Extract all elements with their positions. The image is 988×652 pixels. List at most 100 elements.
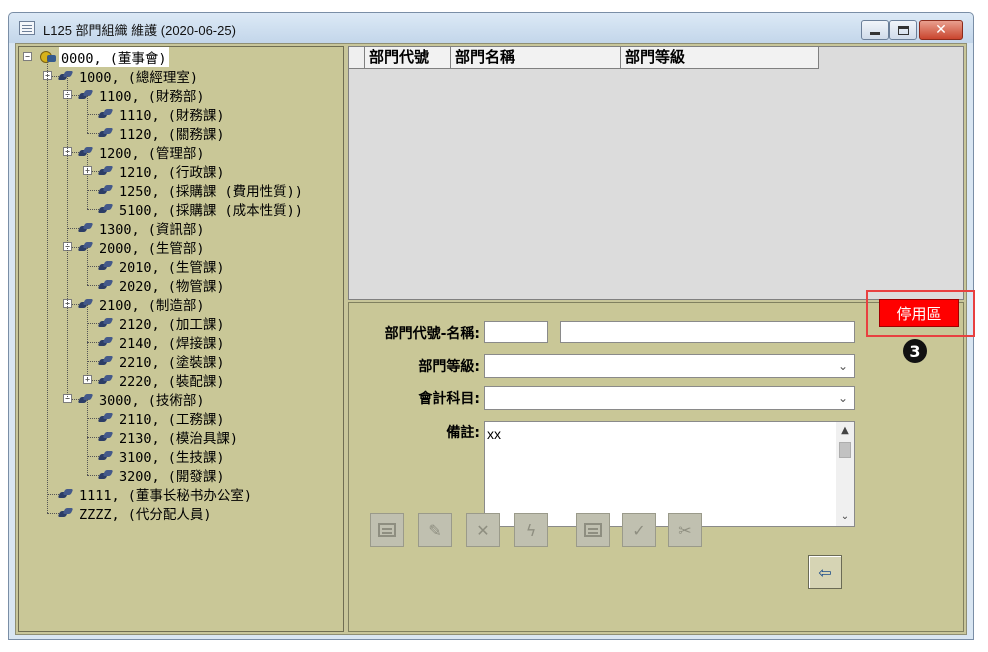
edit-record-button[interactable]: ✎ xyxy=(418,513,452,547)
tree-node[interactable]: 3200, (開發課) xyxy=(99,465,227,485)
column-header-dept-name[interactable]: 部門名稱 xyxy=(451,47,621,69)
scroll-down-icon[interactable]: ⌄ xyxy=(836,508,854,526)
window-title: L125 部門組織 維護 (2020-06-25) xyxy=(43,23,236,38)
department-icon xyxy=(99,261,113,271)
department-icon xyxy=(99,109,113,119)
tree-connector-line xyxy=(87,418,99,419)
department-icon xyxy=(99,451,113,461)
tree-node[interactable]: 1120, (關務課) xyxy=(99,123,227,143)
column-header-dept-code[interactable]: 部門代號 xyxy=(365,47,451,69)
department-icon xyxy=(99,318,113,328)
tree-node[interactable]: 5100, (採購課 (成本性質)) xyxy=(99,199,305,219)
remarks-scrollbar[interactable]: ▲ ⌄ xyxy=(836,422,854,526)
chevron-down-icon: ⌄ xyxy=(837,359,848,373)
tree-node[interactable]: 3100, (生技課) xyxy=(99,446,227,466)
close-button[interactable]: ✕ xyxy=(919,20,963,40)
tree-connector-line xyxy=(47,494,59,495)
tree-connector-line xyxy=(87,114,99,115)
confirm-button[interactable]: ✓ xyxy=(622,513,656,547)
column-header-dept-level[interactable]: 部門等級 xyxy=(621,47,819,69)
tree-node[interactable]: 2000, (生管部) xyxy=(79,237,207,257)
exit-button[interactable]: ⇦ xyxy=(808,555,842,589)
process-button[interactable]: ϟ xyxy=(514,513,548,547)
tree-node[interactable]: 0000, (董事會) xyxy=(39,47,169,67)
dept-level-select[interactable]: ⌄ xyxy=(484,354,855,378)
add-record-button[interactable] xyxy=(370,513,404,547)
tree-connector-line xyxy=(87,456,99,457)
department-icon xyxy=(59,489,73,499)
maximize-button[interactable] xyxy=(889,20,917,40)
tree-node[interactable]: 1210, (行政課) xyxy=(99,161,227,181)
tree-node-label: 1111, (董事长秘书办公室) xyxy=(79,487,253,504)
remarks-value: xx xyxy=(487,426,501,442)
minimize-button[interactable] xyxy=(861,20,889,40)
tree-node[interactable]: 2140, (焊接課) xyxy=(99,332,227,352)
department-icon xyxy=(79,394,93,404)
step-number-badge: 3 xyxy=(903,339,927,363)
tree-node-label: 1120, (關務課) xyxy=(119,126,225,143)
insert-record-icon xyxy=(584,523,602,537)
department-icon xyxy=(59,71,73,81)
delete-record-button[interactable]: ✕ xyxy=(466,513,500,547)
tree-node[interactable]: 2100, (制造部) xyxy=(79,294,207,314)
account-select[interactable]: ⌄ xyxy=(484,386,855,410)
tree-node-label: 3000, (技術部) xyxy=(99,392,205,409)
insert-record-button[interactable] xyxy=(576,513,610,547)
window-icon xyxy=(19,21,35,35)
tree-node[interactable]: 1300, (資訊部) xyxy=(79,218,207,238)
tree-node[interactable]: 2130, (模治具課) xyxy=(99,427,240,447)
tree-connector-line xyxy=(87,209,99,210)
collapse-icon[interactable]: − xyxy=(23,52,32,61)
scroll-thumb[interactable] xyxy=(839,442,851,458)
tree-node[interactable]: 2010, (生管課) xyxy=(99,256,227,276)
dept-level-label: 部門等級: xyxy=(418,359,480,375)
tree-node[interactable]: 2210, (塗裝課) xyxy=(99,351,227,371)
department-icon xyxy=(99,375,113,385)
tree-connector-line xyxy=(67,228,79,229)
tree-node-label: 2220, (裝配課) xyxy=(119,373,225,390)
department-grid[interactable]: 部門代號 部門名稱 部門等級 xyxy=(348,46,964,300)
department-tree[interactable]: 0000, (董事會) −1000, (總經理室) −1100, (財務部) −111… xyxy=(18,46,344,632)
tree-connector-line xyxy=(47,513,59,514)
tree-node-label: 2120, (加工課) xyxy=(119,316,225,333)
tree-node[interactable]: 1000, (總經理室) xyxy=(59,66,200,86)
tree-node[interactable]: 3000, (技術部) xyxy=(79,389,207,409)
tree-guide-line xyxy=(87,152,88,209)
tree-node[interactable]: 2120, (加工課) xyxy=(99,313,227,333)
add-record-icon xyxy=(378,523,396,537)
tree-node[interactable]: 1250, (採購課 (費用性質)) xyxy=(99,180,305,200)
tree-guide-line xyxy=(47,57,48,513)
cancel-button[interactable]: ✂ xyxy=(668,513,702,547)
tree-guide-line xyxy=(87,304,88,380)
scroll-up-icon[interactable]: ▲ xyxy=(836,422,854,440)
tree-node-label: 2140, (焊接課) xyxy=(119,335,225,352)
dept-code-input[interactable] xyxy=(484,321,548,343)
tree-node[interactable]: 2220, (裝配課) xyxy=(99,370,227,390)
title-bar[interactable]: L125 部門組織 維護 (2020-06-25) ✕ xyxy=(9,13,973,43)
tree-node-label: 1300, (資訊部) xyxy=(99,221,205,238)
tree-node[interactable]: 1111, (董事长秘书办公室) xyxy=(59,484,254,504)
tree-connector-line xyxy=(87,437,99,438)
lightning-icon: ϟ xyxy=(525,520,537,540)
department-icon xyxy=(99,166,113,176)
department-icon xyxy=(99,185,113,195)
tree-node[interactable]: 1100, (財務部) xyxy=(79,85,207,105)
tree-node[interactable]: 2020, (物管課) xyxy=(99,275,227,295)
remarks-textarea[interactable]: xx ▲ ⌄ xyxy=(484,421,855,527)
tree-node[interactable]: 2110, (工務課) xyxy=(99,408,227,428)
dept-name-input[interactable] xyxy=(560,321,855,343)
tree-node-label: 2130, (模治具課) xyxy=(119,430,239,447)
tree-node-label: 2100, (制造部) xyxy=(99,297,205,314)
disabled-area-button[interactable]: 停用區 xyxy=(879,299,959,327)
department-icon xyxy=(99,470,113,480)
checkmark-icon: ✓ xyxy=(632,520,646,540)
organization-root-icon xyxy=(39,50,57,64)
tree-node[interactable]: 1200, (管理部) xyxy=(79,142,207,162)
tree-node[interactable]: 1110, (財務課) xyxy=(99,104,227,124)
remarks-label: 備註: xyxy=(446,425,480,441)
department-icon xyxy=(99,204,113,214)
tree-node[interactable]: ZZZZ, (代分配人員) xyxy=(59,503,214,523)
tree-guide-line xyxy=(87,399,88,475)
maximize-icon xyxy=(897,25,909,35)
grid-header: 部門代號 部門名稱 部門等級 xyxy=(349,47,819,69)
